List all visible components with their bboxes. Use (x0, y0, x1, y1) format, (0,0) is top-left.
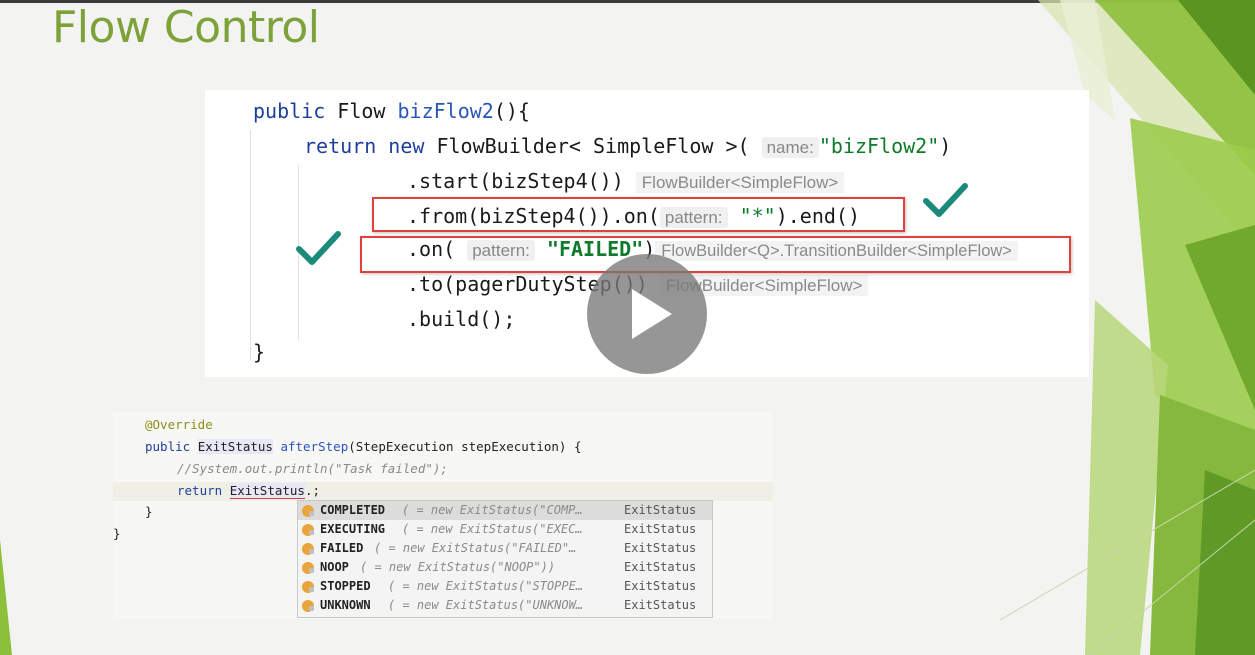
completion-item-noop[interactable]: NOOP ( = new ExitStatus("NOOP")) ExitSta… (298, 558, 712, 577)
type-hint: FlowBuilder<SimpleFlow> (635, 172, 845, 193)
highlight-box-on-failed (360, 236, 1071, 273)
closing-brace-outer: } (113, 526, 121, 541)
code-line-3: .start(bizStep4()) FlowBuilder<SimpleFlo… (407, 169, 845, 195)
slide-stage: Flow Control public Flow bizFlow2(){ ret… (0, 0, 1255, 655)
comment-line: //System.out.println("Task failed"); (177, 461, 448, 476)
completion-item-executing[interactable]: EXECUTING ( = new ExitStatus("EXEC… Exit… (298, 520, 712, 539)
code-line-7: .build(); (407, 307, 516, 331)
field-icon (302, 505, 314, 517)
method-signature-line: public ExitStatus afterStep(StepExecutio… (145, 439, 582, 454)
param-hint: name: (761, 137, 819, 158)
completion-item-unknown[interactable]: UNKNOWN ( = new ExitStatus("UNKNOW… Exit… (298, 596, 712, 615)
field-icon (302, 543, 314, 555)
completion-item-failed[interactable]: FAILED ( = new ExitStatus("FAILED"… Exit… (298, 539, 712, 558)
code-line-1: public Flow bizFlow2(){ (253, 99, 530, 123)
field-icon (302, 581, 314, 593)
video-play-button[interactable] (587, 254, 707, 374)
code-line-2: return new FlowBuilder< SimpleFlow >( na… (304, 134, 952, 158)
slide-title: Flow Control (52, 2, 320, 53)
checkmark-icon (296, 231, 341, 265)
highlight-box-from-end (372, 197, 905, 232)
field-icon (302, 562, 314, 574)
completion-item-stopped[interactable]: STOPPED ( = new ExitStatus("STOPPE… Exit… (298, 577, 712, 596)
field-icon (302, 600, 314, 612)
code-line-8: } (253, 340, 266, 364)
indent-guide (250, 130, 251, 360)
play-icon (632, 289, 672, 339)
completion-item-completed[interactable]: COMPLETED ( = new ExitStatus("COMP… Exit… (298, 501, 712, 520)
field-icon (302, 524, 314, 536)
checkmark-icon (923, 183, 968, 217)
closing-brace-inner: } (145, 504, 153, 519)
autocomplete-popup[interactable]: COMPLETED ( = new ExitStatus("COMP… Exit… (297, 500, 713, 618)
annotation-line: @Override (145, 417, 213, 432)
return-line[interactable]: return ExitStatus.; (177, 483, 320, 499)
